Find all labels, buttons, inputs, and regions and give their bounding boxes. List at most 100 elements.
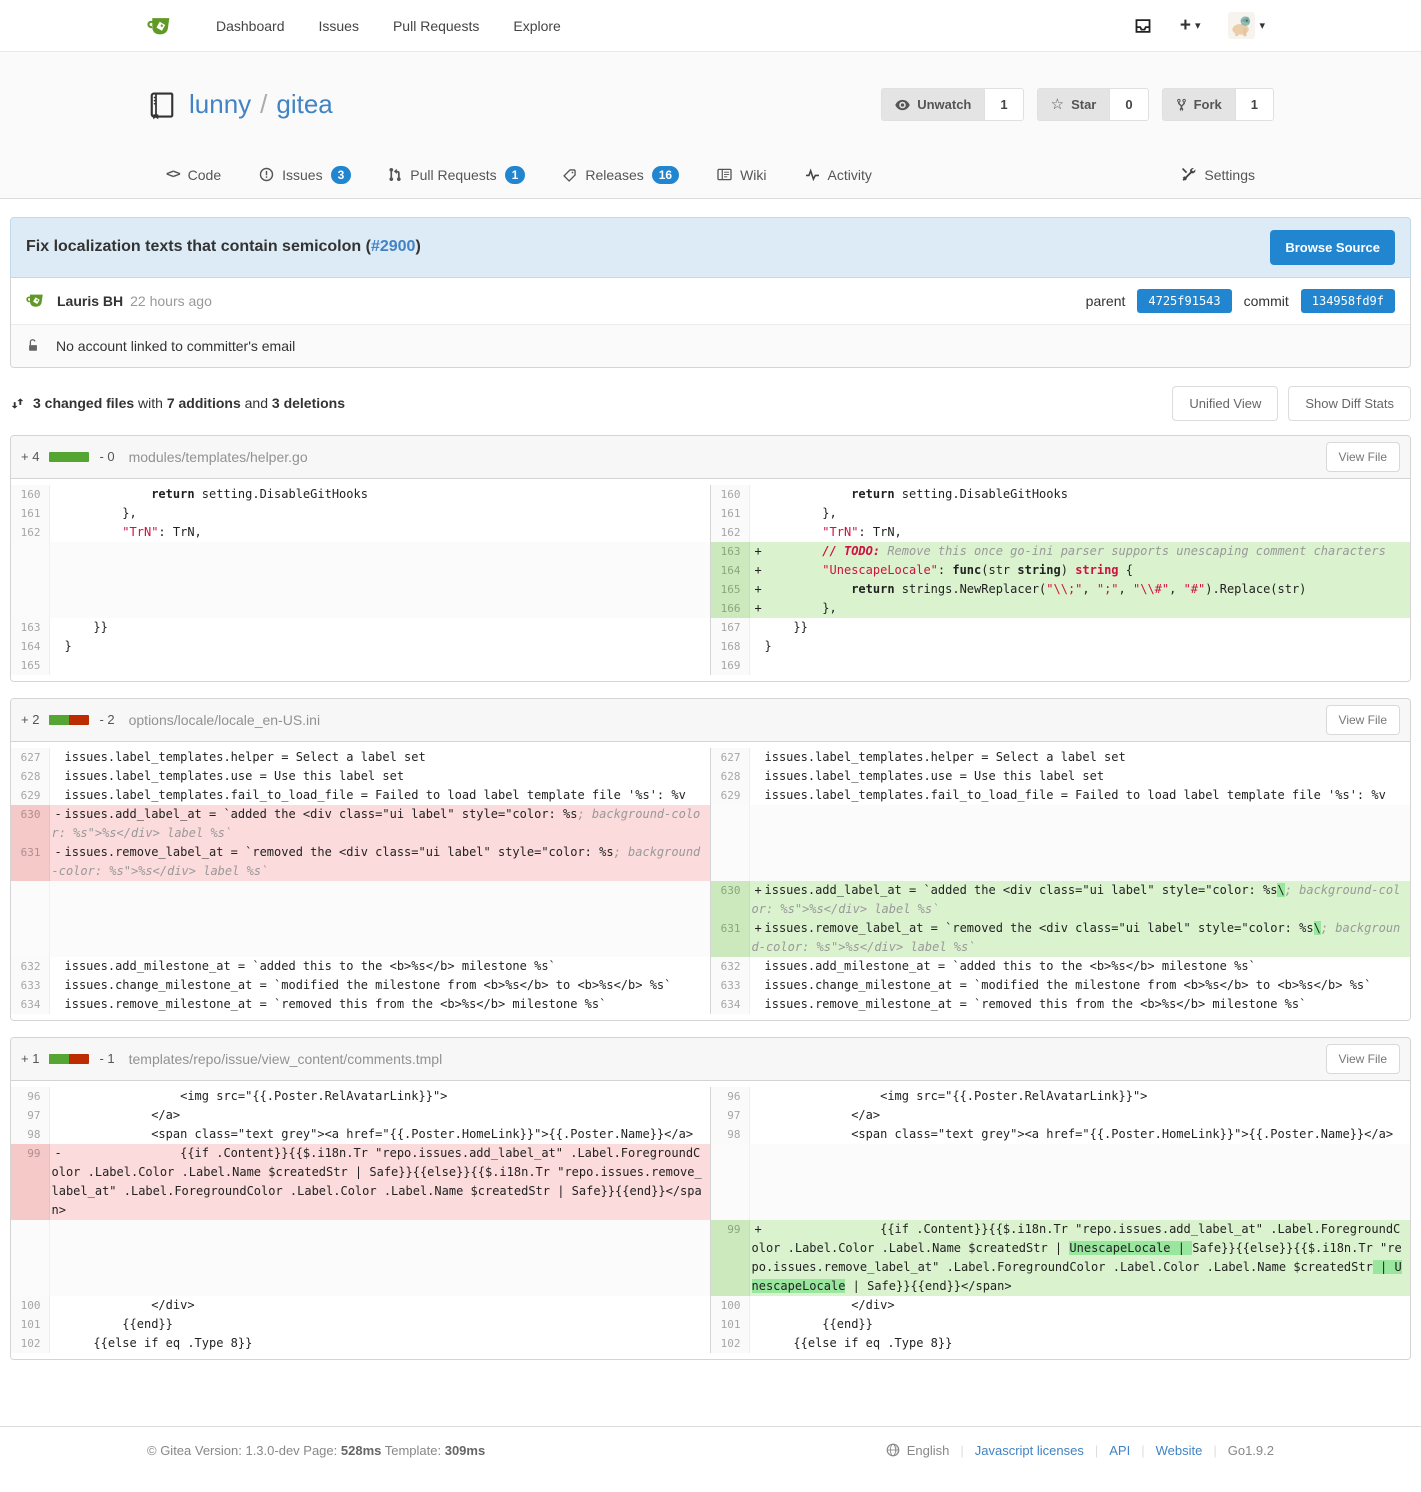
issue-link[interactable]: #2900	[371, 238, 416, 255]
line-number[interactable]: 162	[11, 522, 50, 542]
line-number[interactable]: 164	[11, 636, 50, 656]
line-number[interactable]: 160	[709, 484, 750, 504]
line-number[interactable]: 160	[11, 484, 50, 504]
user-menu-button[interactable]: ▾	[1219, 12, 1274, 39]
line-number[interactable]: 163	[11, 617, 50, 637]
tab-settings[interactable]: Settings	[1162, 152, 1274, 198]
unified-view-button[interactable]: Unified View	[1172, 385, 1279, 421]
create-new-button[interactable]: + ▾	[1171, 16, 1210, 35]
star-button[interactable]: ☆ Star	[1036, 88, 1110, 122]
nav-explore[interactable]: Explore	[496, 18, 577, 34]
fork-button[interactable]: Fork	[1161, 88, 1235, 122]
diff-row: 98 <span class="text grey"><a href="{{.P…	[11, 1124, 1410, 1144]
code-line: + {{if .Content}}{{$.i18n.Tr "repo.issue…	[749, 1219, 1410, 1296]
line-number[interactable]: 631	[709, 918, 750, 957]
line-number[interactable]: 102	[11, 1333, 50, 1353]
line-number[interactable]: 100	[709, 1295, 750, 1315]
line-number[interactable]: 161	[11, 503, 50, 523]
line-number[interactable]: 628	[709, 766, 750, 786]
repo-name-link[interactable]: gitea	[276, 89, 332, 119]
code-line: issues.change_milestone_at = `modified t…	[749, 975, 1410, 995]
line-number[interactable]: 627	[709, 747, 750, 767]
tab-pull-requests[interactable]: Pull Requests 1	[370, 152, 544, 198]
tab-releases[interactable]: Releases 16	[544, 152, 698, 198]
nav-issues[interactable]: Issues	[302, 18, 376, 34]
line-number[interactable]: 101	[709, 1314, 750, 1334]
language-selector[interactable]: English	[886, 1443, 949, 1458]
star-button-group: ☆ Star 0	[1036, 88, 1149, 122]
line-number[interactable]: 630	[11, 804, 50, 843]
parent-sha-badge[interactable]: 4725f91543	[1137, 288, 1232, 313]
line-number[interactable]: 634	[709, 994, 750, 1014]
line-number[interactable]: 168	[709, 636, 750, 656]
additions-label: + 2	[21, 712, 40, 728]
tab-releases-label: Releases	[585, 166, 644, 183]
line-number[interactable]: 162	[709, 522, 750, 542]
line-number[interactable]: 629	[11, 785, 50, 805]
line-number[interactable]: 101	[11, 1314, 50, 1334]
code-line: issues.label_templates.use = Use this la…	[49, 766, 710, 786]
footer-js-licenses-link[interactable]: Javascript licenses	[975, 1443, 1084, 1458]
line-number[interactable]: 632	[11, 956, 50, 976]
line-number[interactable]: 634	[11, 994, 50, 1014]
line-number[interactable]: 102	[709, 1333, 750, 1353]
line-number[interactable]: 164	[709, 560, 750, 580]
tab-code[interactable]: <> Code	[147, 152, 240, 198]
star-count[interactable]: 0	[1109, 88, 1149, 122]
line-number[interactable]: 633	[11, 975, 50, 995]
browse-source-button[interactable]: Browse Source	[1270, 229, 1395, 265]
footer-api-link[interactable]: API	[1109, 1443, 1130, 1458]
line-number[interactable]: 99	[11, 1143, 50, 1220]
show-diff-stats-button[interactable]: Show Diff Stats	[1288, 385, 1411, 421]
line-number[interactable]: 96	[11, 1086, 50, 1106]
line-number[interactable]: 632	[709, 956, 750, 976]
diff-stats-row: 3 changed files with 7 additions and 3 d…	[10, 385, 1411, 421]
line-number[interactable]: 629	[709, 785, 750, 805]
line-number[interactable]: 163	[709, 541, 750, 561]
nav-dashboard[interactable]: Dashboard	[199, 18, 302, 34]
line-number[interactable]: 166	[709, 598, 750, 618]
diff-sign	[752, 1334, 765, 1353]
code-line: }}	[749, 617, 1410, 637]
unwatch-button[interactable]: Unwatch	[881, 88, 985, 122]
commit-sha-badge[interactable]: 134958fd9f	[1300, 288, 1395, 313]
fork-icon	[1176, 98, 1187, 112]
line-number[interactable]: 631	[11, 842, 50, 881]
line-number[interactable]: 97	[709, 1105, 750, 1125]
commit-author[interactable]: Lauris BH	[57, 293, 123, 309]
footer-website-link[interactable]: Website	[1156, 1443, 1203, 1458]
line-number[interactable]: 630	[709, 880, 750, 919]
view-file-button[interactable]: View File	[1325, 704, 1400, 735]
line-number[interactable]: 161	[709, 503, 750, 523]
line-number[interactable]: 169	[709, 655, 750, 675]
repo-owner-link[interactable]: lunny	[189, 89, 251, 119]
nav-pull-requests[interactable]: Pull Requests	[376, 18, 496, 34]
notifications-button[interactable]	[1125, 17, 1161, 35]
line-number[interactable]: 628	[11, 766, 50, 786]
line-number[interactable]: 100	[11, 1295, 50, 1315]
line-number[interactable]: 98	[709, 1124, 750, 1144]
tab-wiki[interactable]: Wiki	[698, 152, 785, 198]
view-file-button[interactable]: View File	[1325, 441, 1400, 472]
watch-count[interactable]: 1	[984, 88, 1024, 122]
fork-count[interactable]: 1	[1234, 88, 1274, 122]
diff-sign	[752, 1296, 765, 1315]
code-line: issues.remove_milestone_at = `removed th…	[749, 994, 1410, 1014]
view-file-button[interactable]: View File	[1325, 1043, 1400, 1074]
commit-meta-row: Lauris BH 22 hours ago parent 4725f91543…	[11, 277, 1410, 324]
line-number[interactable]: 99	[709, 1219, 750, 1296]
stats-and: and	[240, 395, 272, 412]
line-number[interactable]: 627	[11, 747, 50, 767]
footer-version-text: © Gitea Version: 1.3.0-dev Page: 528ms T…	[147, 1443, 485, 1458]
diff-sign	[752, 767, 765, 786]
tab-activity[interactable]: Activity	[786, 152, 891, 198]
line-number[interactable]: 633	[709, 975, 750, 995]
line-number[interactable]: 98	[11, 1124, 50, 1144]
line-number[interactable]: 165	[11, 655, 50, 675]
line-number[interactable]: 167	[709, 617, 750, 637]
gitea-logo-icon[interactable]	[147, 12, 175, 40]
line-number[interactable]: 97	[11, 1105, 50, 1125]
line-number[interactable]: 96	[709, 1086, 750, 1106]
tab-issues[interactable]: Issues 3	[240, 152, 370, 198]
line-number[interactable]: 165	[709, 579, 750, 599]
